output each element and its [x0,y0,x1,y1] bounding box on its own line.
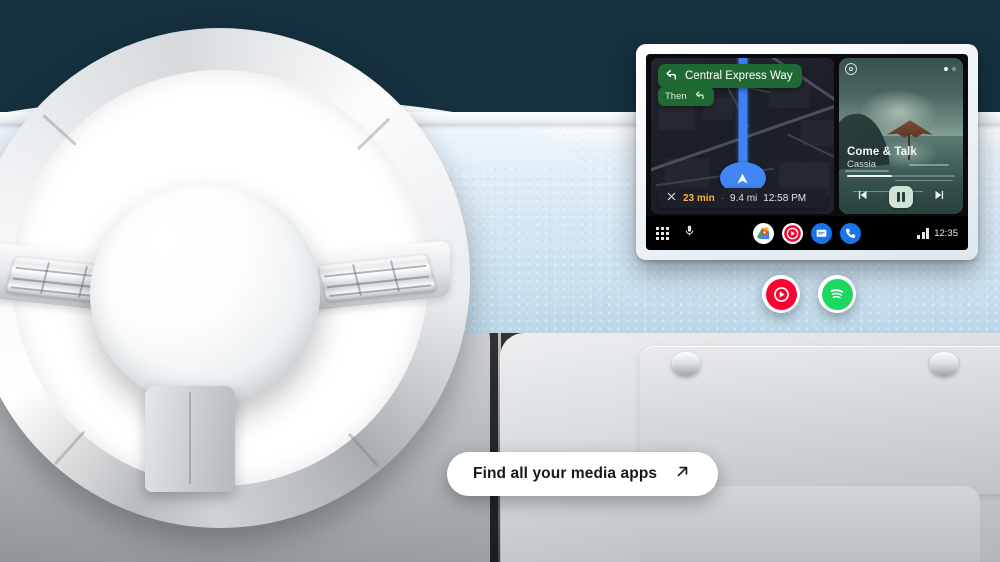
navigation-instruction-card: Central Express Way [658,64,802,88]
turn-left-icon [664,67,679,85]
steering-column-stalk [145,386,235,492]
arrow-up-right-icon [673,462,692,486]
media-controls [839,186,963,208]
turn-left-icon [694,89,706,104]
find-media-apps-button[interactable]: Find all your media apps [447,452,719,496]
navigation-map-panel[interactable]: Central Express Way Then 23 min · 9.4 mi… [651,58,834,214]
eta-duration: 23 min [683,192,715,204]
media-artist-name: Cassia [847,159,877,170]
media-card[interactable]: Come & Talk Cassia [839,58,963,214]
dashboard-knob-left[interactable] [672,352,700,376]
steering-wheel-hub [90,183,320,405]
cellular-signal-icon [917,227,930,239]
navigation-then-card: Then [658,87,714,106]
maps-icon[interactable] [753,222,774,244]
navigation-street-name: Central Express Way [685,70,793,82]
eta-distance: 9.4 mi [730,192,758,204]
eta-bar: 23 min · 9.4 mi 12:58 PM [658,188,827,208]
then-label: Then [665,91,687,102]
apps-grid-icon[interactable] [656,226,669,240]
skip-next-icon[interactable] [932,188,946,207]
dashboard-seam [498,333,501,562]
car-interior-scene: Central Express Way Then 23 min · 9.4 mi… [0,0,1000,562]
head-unit-taskbar: 12:35 [646,216,968,250]
microphone-icon[interactable] [683,224,696,242]
eta-arrival: 12:58 PM [763,192,807,204]
cta-label: Find all your media apps [473,465,658,482]
taskbar-clock: 12:35 [934,227,958,239]
head-unit-bezel: Central Express Way Then 23 min · 9.4 mi… [636,44,978,260]
eta-separator: · [720,192,725,204]
dashboard-knob-right[interactable] [930,352,958,376]
page-indicator-dots [944,67,956,71]
floating-app-shortcuts [762,275,856,313]
close-icon[interactable] [666,191,677,205]
media-track-title: Come & Talk [847,146,917,158]
head-unit-screen: Central Express Way Then 23 min · 9.4 mi… [646,54,968,250]
youtube-music-icon[interactable] [762,275,800,313]
skip-previous-icon[interactable] [856,188,870,207]
pause-button[interactable] [888,186,913,208]
center-console-lower [640,486,980,562]
spotify-icon[interactable] [818,275,856,313]
phone-icon[interactable] [840,222,861,244]
media-progress-bar[interactable] [847,175,955,177]
media-app-icon [845,63,857,75]
steering-wheel [0,28,490,548]
media-metadata: Come & Talk Cassia [847,146,955,170]
youtube-music-icon[interactable] [782,222,803,244]
messages-icon[interactable] [811,222,832,244]
